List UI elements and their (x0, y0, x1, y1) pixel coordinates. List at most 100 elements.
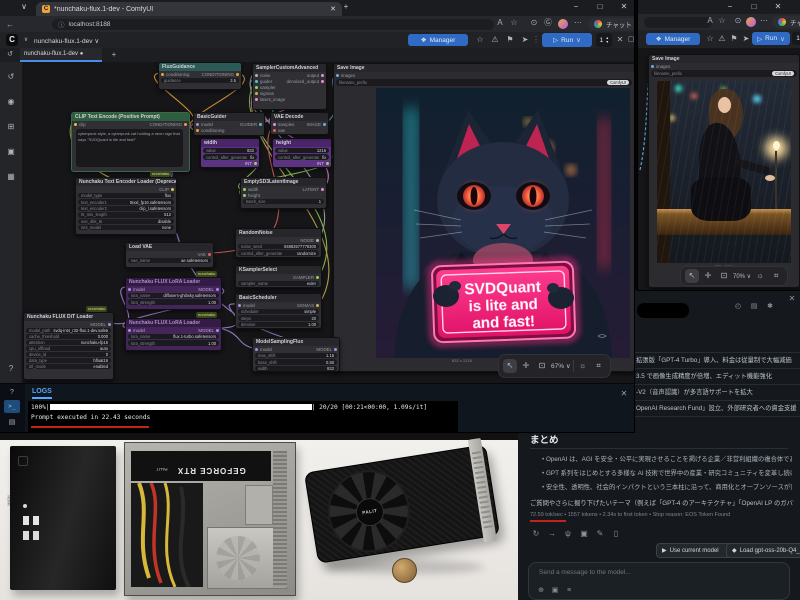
alert-icon[interactable]: ⚠ (489, 33, 501, 47)
dock-icon[interactable]: ▢ (625, 33, 634, 47)
site-info-icon[interactable]: ⓘ (58, 19, 65, 29)
terminal-icon[interactable]: >_ (4, 400, 20, 413)
run-button[interactable]: ▷ Run ∨ (542, 33, 592, 47)
node-basicguider[interactable]: BasicGuider model GUIDER conditioning (193, 112, 265, 136)
help-icon[interactable]: ? (6, 386, 18, 400)
regenerate-icon[interactable]: ↻ (530, 528, 542, 540)
close-icon[interactable]: ✕ (786, 293, 798, 305)
tab-search-icon[interactable]: ∨ (16, 0, 32, 14)
manager-button[interactable]: ❖ Manager (646, 33, 700, 45)
manager-button[interactable]: ❖ Manager (408, 34, 468, 46)
chevron-down-icon[interactable]: ∨ (20, 33, 32, 47)
star-icon[interactable]: ☆ (704, 32, 716, 46)
use-current-model-button[interactable]: ▶ Use current model (656, 543, 732, 558)
read-aloud-icon[interactable]: A (704, 14, 716, 27)
logs-tab[interactable]: LOGS (32, 388, 52, 399)
widget-filename-prefix[interactable]: filename_prefix ComfyUI (336, 79, 632, 86)
load-model-button[interactable]: ◆Load gpt-oss-20b-Q4_K_S.gguf (726, 543, 800, 558)
copy-icon[interactable]: ▣ (578, 528, 590, 540)
prompt-textarea[interactable]: cyberpunk style, a cyberpunk cat holding… (76, 129, 183, 167)
batch-count-stepper[interactable]: 1 (792, 32, 800, 45)
node-ksamplerselect[interactable]: KSamplerSelect SAMPLER sampler_name euler (235, 265, 322, 288)
extensions-icon[interactable]: ⊙ (528, 16, 540, 29)
node-dit-loader[interactable]: Nunchaku FLUX DiT Loader MODEL model_pat… (23, 312, 114, 380)
fit-view-icon[interactable]: ⊡ (717, 269, 731, 283)
star-icon[interactable]: ☆ (474, 33, 486, 47)
share-icon[interactable]: ➤ (519, 33, 531, 47)
templates-icon[interactable]: ▦ (5, 170, 17, 184)
flag-icon[interactable]: ⚑ (728, 32, 740, 46)
node-lora-loader-2[interactable]: Nunchaku FLUX LoRA Loader model MODEL lo… (125, 318, 222, 351)
node-fluxguidance[interactable]: FluxGuidance conditioning CONDITIONING g… (158, 62, 242, 90)
widget-guidance[interactable]: guidance 3.5 (161, 78, 239, 84)
browser-tab[interactable]: C *nunchaku-flux.1-dev - ComfyUI ✕ (36, 2, 342, 16)
help-icon[interactable]: ? (5, 362, 17, 376)
toggle-links-icon[interactable]: ⌗ (592, 359, 606, 373)
queue-icon[interactable]: ↺ (5, 70, 17, 84)
node-samplercustomadvanced[interactable]: SamplerCustomAdvanced noise output guide… (252, 63, 327, 110)
batch-count-stepper[interactable]: 1 ▴ ▾ (596, 33, 612, 47)
new-workflow-icon[interactable]: + (108, 48, 120, 62)
node-height-primitive[interactable]: height value 1216 control_after_generate f… (272, 138, 332, 168)
favorite-icon[interactable]: ☆ (508, 16, 520, 29)
attach-icon[interactable]: ⊕ (535, 585, 547, 597)
pan-icon[interactable]: ✛ (519, 359, 533, 373)
cursor-icon[interactable]: ↖ (503, 359, 517, 373)
node-width-primitive[interactable]: width value832 control_after_generatefix… (200, 138, 260, 168)
url-field[interactable]: ⓘ localhost:8188 (52, 18, 494, 30)
lightbulb-icon[interactable]: ☼ (753, 269, 767, 283)
run-button[interactable]: ▷ Run ∨ (752, 32, 790, 45)
share-icon[interactable]: ➤ (740, 32, 752, 46)
branch-icon[interactable]: ψ (562, 528, 574, 540)
node-save-image[interactable]: Save Image images filename_prefix ComfyU… (333, 63, 634, 372)
avatar[interactable] (558, 19, 568, 29)
alert-icon[interactable]: ⚠ (716, 32, 728, 46)
chat-sidebar-button[interactable]: チャット (588, 18, 634, 30)
more-icon[interactable]: ⋯ (758, 14, 770, 27)
workflow-menu[interactable]: nunchaku-flux.1-dev ∨ (34, 37, 99, 45)
node-canvas-secondary[interactable]: Save Image images filename_prefix ComfyU… (638, 48, 800, 290)
close-icon[interactable]: ✕ (614, 0, 634, 14)
zoom-level[interactable]: 67% ∨ (551, 362, 571, 370)
maximize-icon[interactable]: □ (744, 0, 764, 14)
toggle-links-icon[interactable]: ⌗ (769, 269, 783, 283)
workflow-tab[interactable]: nunchaku-flux.1-dev ● (20, 48, 102, 62)
tools-icon[interactable]: ≡ (563, 585, 575, 597)
flag-icon[interactable]: ⚑ (504, 33, 516, 47)
fit-view-icon[interactable]: ⊡ (535, 359, 549, 373)
model-library-icon[interactable]: ⊞ (5, 120, 17, 134)
close-icon[interactable]: ✕ (768, 0, 788, 14)
node-modelsamplingflux[interactable]: ModelSamplingFlux model MODEL max_shift 1… (252, 337, 340, 372)
tab-close-icon[interactable]: ✕ (330, 5, 336, 13)
node-lora-loader-1[interactable]: Nunchaku FLUX LoRA Loader model MODEL lo… (125, 277, 222, 310)
continue-icon[interactable]: → (546, 528, 558, 540)
delete-icon[interactable]: ▯ (610, 528, 622, 540)
browser-essentials-icon[interactable]: Ⓖ (542, 16, 554, 29)
node-vae-decode[interactable]: VAE Decode samples IMAGE vae (270, 112, 329, 135)
cursor-icon[interactable]: ↖ (685, 269, 699, 283)
url-field[interactable] (644, 17, 712, 28)
screenshot-icon[interactable]: ▣ (549, 585, 561, 597)
node-randomnoise[interactable]: RandomNoise NOISE noise_seed 848825777783… (235, 228, 322, 258)
pan-icon[interactable]: ✛ (701, 269, 715, 283)
more-icon[interactable]: ⋯ (572, 16, 584, 29)
node-clip-text-encode[interactable]: CLIP Text Encode (Positive Prompt) clip … (71, 112, 190, 172)
zoom-level[interactable]: 70% ∨ (733, 273, 751, 280)
comfyui-logo[interactable]: C (6, 34, 18, 46)
node-text-encoder-loader[interactable]: Nunchaku Text Encoder Loader (Deprecated… (75, 177, 177, 235)
lightbulb-icon[interactable]: ☼ (576, 359, 590, 373)
widget-filename-prefix[interactable]: filename_prefix ComfyUI (651, 70, 797, 77)
edit-icon[interactable]: ✎ (594, 528, 606, 540)
favorite-icon[interactable]: ☆ (716, 14, 728, 27)
mute-icon[interactable]: ◴ (732, 301, 744, 313)
back-icon[interactable]: ← (4, 18, 16, 31)
chat-sidebar-button[interactable]: チャット (772, 16, 800, 28)
panel-icon[interactable]: ▤ (748, 301, 760, 313)
node-basicscheduler[interactable]: BasicScheduler model SIGMAS scheduler sim… (235, 293, 322, 329)
workflows-icon[interactable]: ▣ (5, 145, 17, 159)
keyboard-icon[interactable]: ▤ (6, 416, 18, 430)
history-icon[interactable]: ↺ (4, 48, 16, 62)
logs-close-icon[interactable]: ✕ (618, 388, 630, 400)
settings-icon[interactable]: ✱ (764, 301, 776, 313)
extensions-icon[interactable]: ⊙ (732, 14, 744, 27)
